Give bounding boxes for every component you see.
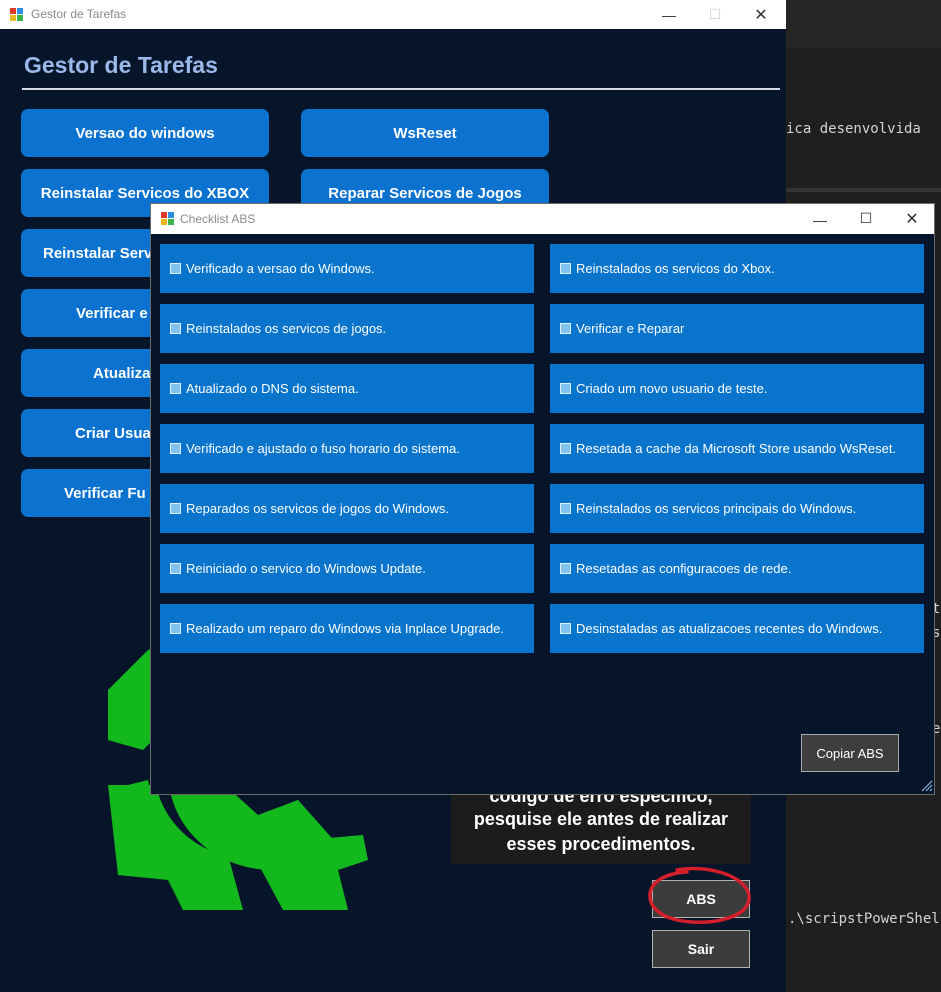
- checklist-item[interactable]: Resetadas as configuracoes de rede.: [550, 544, 924, 593]
- checkbox-icon[interactable]: [560, 563, 571, 574]
- checklist-item[interactable]: Reinstalados os servicos de jogos.: [160, 304, 534, 353]
- close-icon[interactable]: ✕: [738, 0, 784, 29]
- checklist-item-label: Resetada a cache da Microsoft Store usan…: [576, 441, 897, 456]
- checklist-item-label: Verificado a versao do Windows.: [186, 261, 375, 276]
- editor-line: .\scripstPowerShell\mai: [788, 911, 941, 927]
- checklist-item[interactable]: Reinstalados os servicos principais do W…: [550, 484, 924, 533]
- note-line: esses procedimentos.: [506, 834, 696, 854]
- maximize-icon[interactable]: ☐: [692, 0, 738, 29]
- checkbox-icon[interactable]: [170, 443, 181, 454]
- checklist-window-title: Checklist ABS: [180, 212, 256, 226]
- checkbox-icon[interactable]: [560, 383, 571, 394]
- checklist-item-label: Criado um novo usuario de teste.: [576, 381, 768, 396]
- editor-tab-bar: [786, 0, 941, 48]
- checklist-item-label: Reinstalados os servicos principais do W…: [576, 501, 857, 516]
- app-icon: [10, 8, 23, 21]
- note-line: pesquise ele antes de realizar: [473, 809, 729, 829]
- maximize-icon[interactable]: ☐: [843, 204, 889, 233]
- minimize-icon[interactable]: —: [646, 0, 692, 29]
- reinstalar-servicos-label: Reinstalar Serv: [43, 244, 153, 262]
- checklist-item-label: Atualizado o DNS do sistema.: [186, 381, 359, 396]
- checklist-item[interactable]: Resetada a cache da Microsoft Store usan…: [550, 424, 924, 473]
- checklist-item[interactable]: Desinstaladas as atualizacoes recentes d…: [550, 604, 924, 653]
- checklist-item[interactable]: Verificado a versao do Windows.: [160, 244, 534, 293]
- checklist-item[interactable]: Atualizado o DNS do sistema.: [160, 364, 534, 413]
- minimize-icon[interactable]: —: [797, 205, 843, 234]
- resize-grip-icon[interactable]: [919, 778, 933, 792]
- checklist-item[interactable]: Verificado e ajustado o fuso horario do …: [160, 424, 534, 473]
- checklist-item[interactable]: Criado um novo usuario de teste.: [550, 364, 924, 413]
- checkbox-icon[interactable]: [560, 263, 571, 274]
- checklist-window-titlebar[interactable]: Checklist ABS — ☐ ✕: [151, 204, 934, 234]
- checklist-item[interactable]: Verificar e Reparar: [550, 304, 924, 353]
- checkbox-icon[interactable]: [170, 263, 181, 274]
- checkbox-icon[interactable]: [560, 323, 571, 334]
- checkbox-icon[interactable]: [170, 623, 181, 634]
- highlight-circle-annotation: [648, 866, 751, 925]
- checkbox-icon[interactable]: [170, 563, 181, 574]
- checklist-item-label: Verificado e ajustado o fuso horario do …: [186, 441, 460, 456]
- heading-divider: [22, 88, 780, 90]
- checklist-item-label: Verificar e Reparar: [576, 321, 685, 336]
- checkbox-icon[interactable]: [170, 503, 181, 514]
- checklist-item[interactable]: Reiniciado o servico do Windows Update.: [160, 544, 534, 593]
- checklist-item-label: Desinstaladas as atualizacoes recentes d…: [576, 621, 883, 636]
- versao-windows-button[interactable]: Versao do windows: [21, 109, 269, 157]
- checklist-item[interactable]: Realizado um reparo do Windows via Inpla…: [160, 604, 534, 653]
- checkbox-icon[interactable]: [170, 383, 181, 394]
- checkbox-icon[interactable]: [560, 623, 571, 634]
- copy-abs-button[interactable]: Copiar ABS: [801, 734, 899, 772]
- checklist-item-label: Reparados os servicos de jogos do Window…: [186, 501, 450, 516]
- main-window-title: Gestor de Tarefas: [31, 7, 127, 21]
- checkbox-icon[interactable]: [560, 503, 571, 514]
- verificar-reparar-label: Verificar e: [76, 304, 148, 322]
- checklist-item-label: Resetadas as configuracoes de rede.: [576, 561, 792, 576]
- checklist-item-label: Reiniciado o servico do Windows Update.: [186, 561, 426, 576]
- checklist-item[interactable]: Reparados os servicos de jogos do Window…: [160, 484, 534, 533]
- checklist-item-label: Reinstalados os servicos do Xbox.: [576, 261, 775, 276]
- wsreset-button[interactable]: WsReset: [301, 109, 549, 157]
- checkbox-icon[interactable]: [560, 443, 571, 454]
- checklist-item-label: Reinstalados os servicos de jogos.: [186, 321, 387, 336]
- atualizar-dns-label: Atualiza: [93, 364, 151, 382]
- verificar-fuso-label: Verificar Fu: [64, 484, 146, 502]
- checklist-window: Checklist ABS — ☐ ✕ Verificado a versao …: [150, 203, 935, 795]
- checkbox-icon[interactable]: [170, 323, 181, 334]
- checklist-item[interactable]: Reinstalados os servicos do Xbox.: [550, 244, 924, 293]
- close-icon[interactable]: ✕: [889, 204, 935, 233]
- sair-button[interactable]: Sair: [652, 930, 750, 968]
- page-title: Gestor de Tarefas: [24, 52, 218, 78]
- checklist-item-label: Realizado um reparo do Windows via Inpla…: [186, 621, 504, 636]
- editor-divider: [786, 188, 941, 192]
- editor-line: ica desenvolvida: [786, 121, 921, 137]
- app-icon: [161, 212, 174, 225]
- main-window-titlebar[interactable]: Gestor de Tarefas — ☐ ✕: [0, 0, 786, 29]
- criar-usuario-label: Criar Usua: [75, 424, 151, 442]
